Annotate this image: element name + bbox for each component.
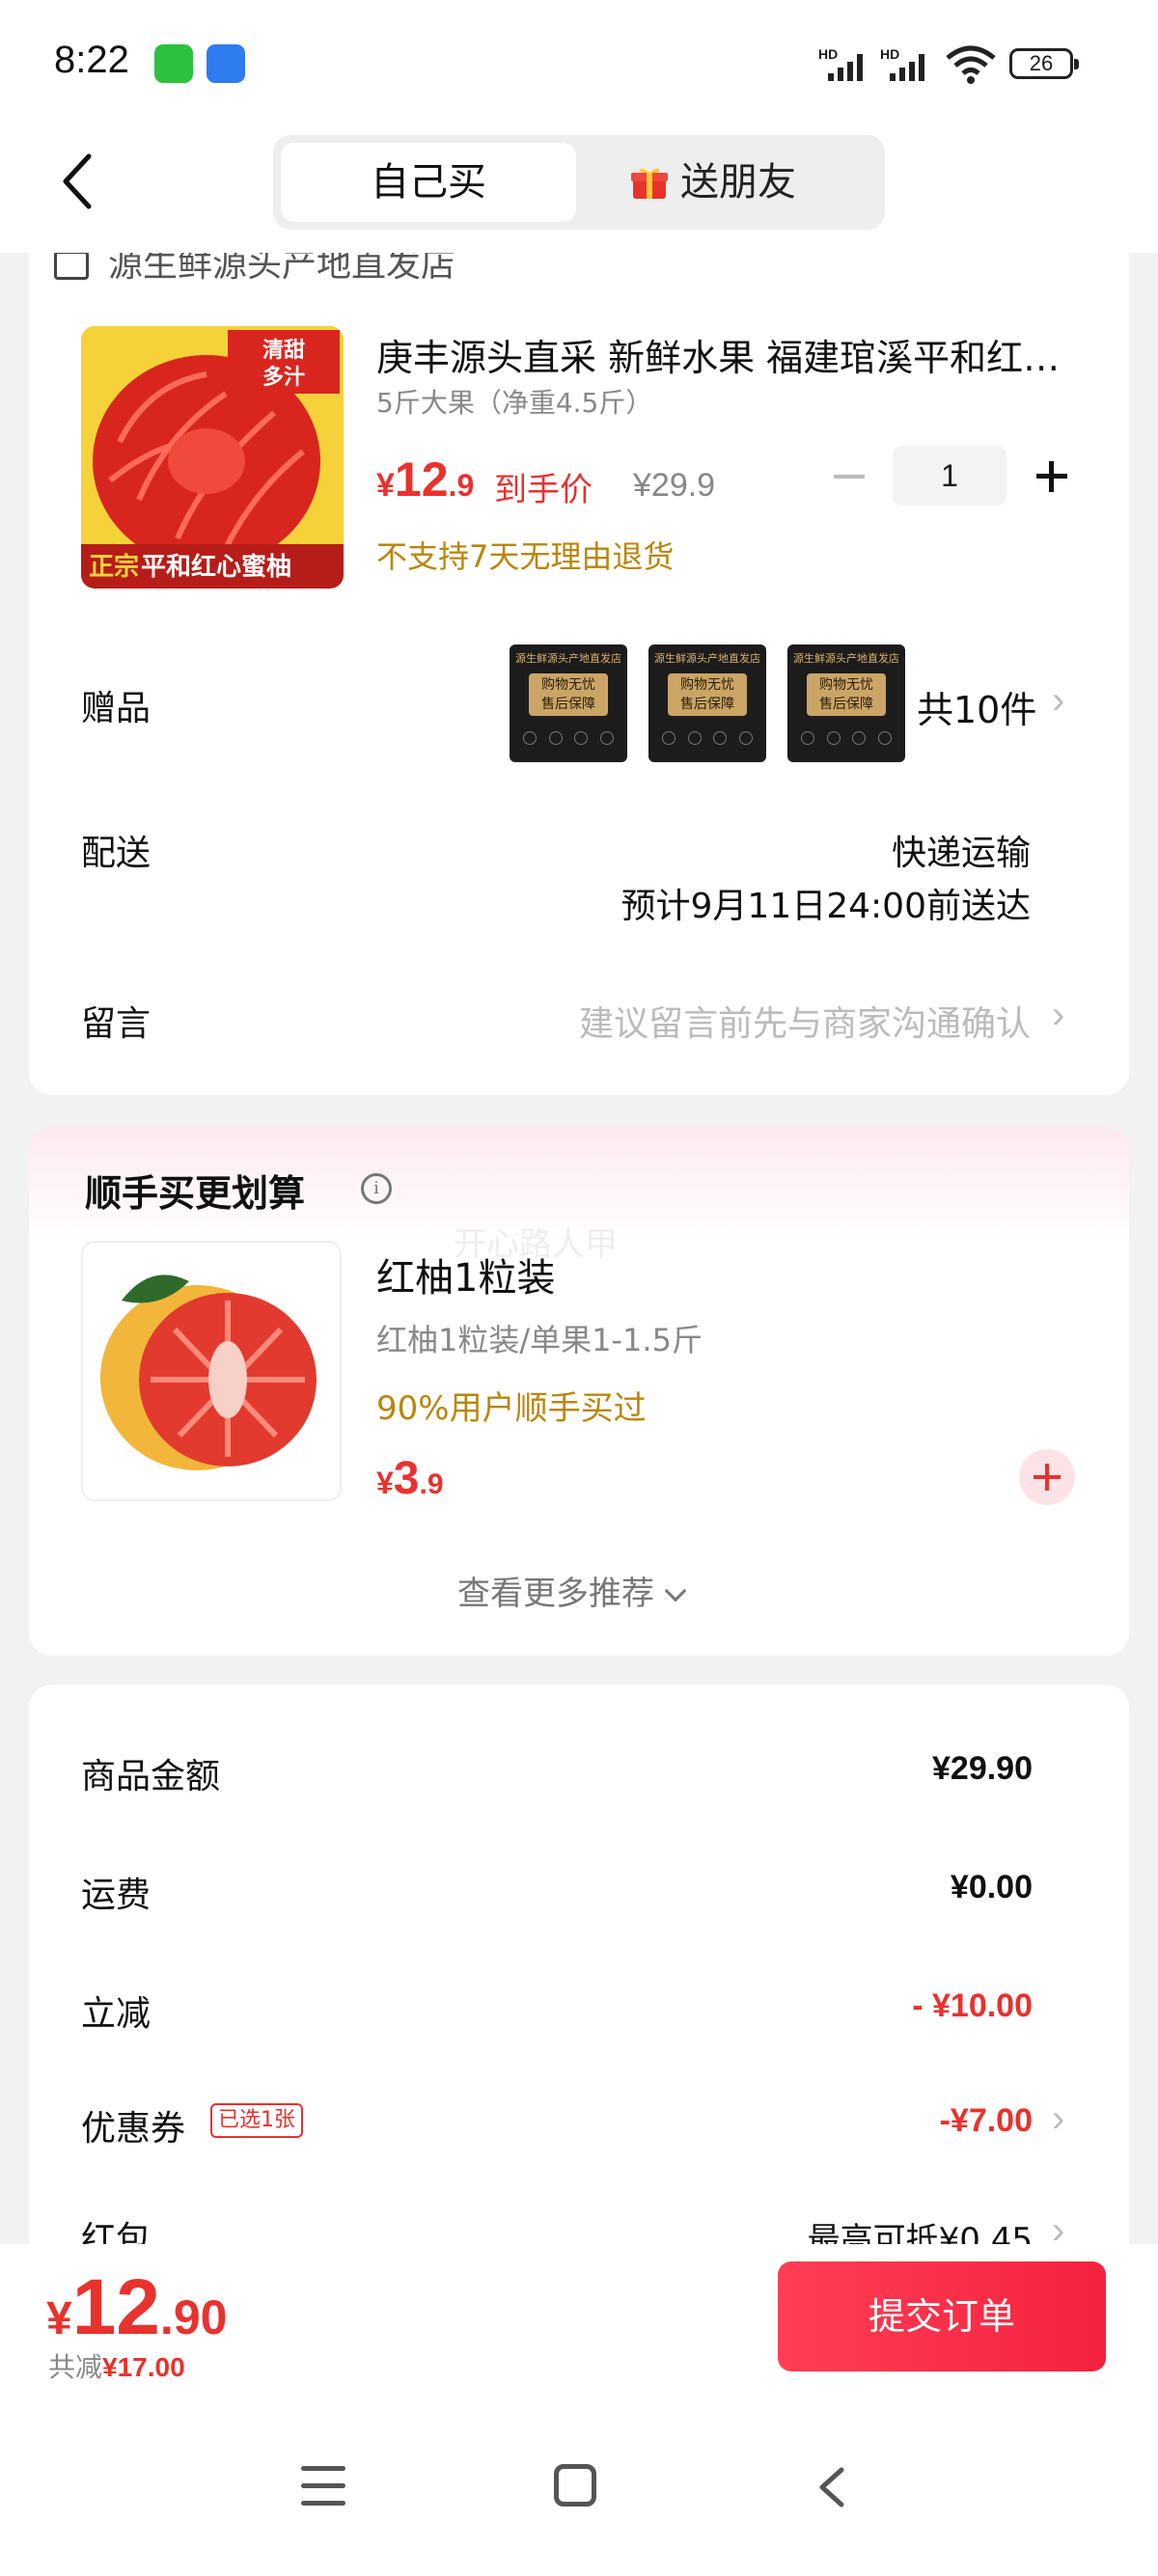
recommend-item-spec: 红柚1粒装/单果1-1.5斤 [376, 1322, 703, 1358]
gift-thumbnail[interactable]: 源生鲜源头产地直发店 购物无忧 售后保障 [648, 644, 766, 762]
chevron-down-icon [664, 1579, 687, 1603]
goods-amount-label: 商品金额 [81, 1757, 221, 1796]
battery-icon: 26 [1009, 48, 1079, 79]
image-tag-bottom-2: 平和红心蜜柚 [141, 552, 291, 582]
shipping-label: 运费 [81, 1876, 152, 1915]
coupon-badge: 已选1张 [210, 2103, 303, 2138]
gift-thumbnail[interactable]: 源生鲜源头产地直发店 购物无忧 售后保障 [787, 644, 905, 762]
discount-label: 立减 [81, 1994, 152, 2034]
chevron-right-icon[interactable]: › [1052, 679, 1064, 723]
shop-icon [54, 251, 89, 280]
image-tag-bottom-1: 正宗 [89, 552, 139, 582]
delivery-method: 快递运输 [891, 834, 1031, 873]
gifts-label: 赠品 [81, 689, 152, 728]
final-price-label: 到手价 [494, 471, 593, 509]
cell-signal-icon: HD [818, 46, 872, 81]
product-spec: 5斤大果（净重4.5斤） [376, 387, 653, 419]
svg-text:多汁: 多汁 [262, 365, 305, 390]
product-title[interactable]: 庚丰源头直采 新鲜水果 福建琯溪平和红心蜜柚 [376, 328, 1081, 381]
recommend-item-image[interactable] [81, 1241, 342, 1501]
shipping-value: ¥0.00 [950, 1869, 1033, 1905]
image-tag-top: 清甜 [262, 338, 305, 363]
final-price: ¥12.9 [376, 452, 475, 507]
info-icon[interactable]: i [361, 1173, 392, 1204]
wifi-icon [946, 45, 996, 84]
chevron-right-icon[interactable]: › [1052, 2097, 1064, 2141]
quantity-input[interactable]: 1 [893, 446, 1006, 506]
gift-icon [631, 168, 668, 199]
pomelo-image: 清甜 多汁 正宗 平和红心蜜柚 [81, 326, 344, 589]
total-saved: 共减¥17.00 [48, 2351, 185, 2383]
coupon-label: 优惠券 [81, 2109, 186, 2149]
coupon-value[interactable]: -¥7.00 [940, 2102, 1033, 2140]
recommend-title: 顺手买更划算 [85, 1172, 306, 1215]
nav-menu-icon[interactable] [301, 2466, 345, 2507]
gift-thumbnail[interactable]: 源生鲜源头产地直发店 购物无忧 售后保障 [510, 644, 627, 762]
wechat-icon [154, 44, 193, 83]
quantity-decrease-button[interactable] [830, 457, 868, 496]
status-bar: 8:22 HD HD 26 [0, 0, 1158, 130]
gift-count[interactable]: 共10件 [917, 680, 1036, 733]
chevron-right-icon[interactable]: › [1052, 994, 1064, 1037]
app-notification-icon [207, 44, 245, 83]
tab-gift-to-friend[interactable]: 送朋友 [630, 135, 871, 230]
message-label: 留言 [81, 1004, 152, 1044]
message-input[interactable]: 建议留言前先与商家沟通确认 [579, 996, 1031, 1046]
recommend-item-stat: 90%用户顺手买过 [376, 1389, 647, 1428]
original-price: ¥29.9 [633, 467, 716, 504]
nav-home-icon[interactable] [554, 2464, 596, 2507]
delivery-eta: 预计9月11日24:00前送达 [620, 887, 1031, 926]
more-recommend-link[interactable]: 查看更多推荐 [457, 1567, 687, 1614]
purchase-mode-switch: 自己买 送朋友 [273, 135, 885, 230]
delivery-label: 配送 [81, 834, 152, 873]
status-time: 8:22 [54, 39, 129, 81]
add-recommend-button[interactable] [1019, 1449, 1075, 1505]
back-arrow-icon[interactable] [58, 151, 96, 212]
recommend-item-name[interactable]: 红柚1粒装 [376, 1247, 555, 1302]
goods-amount-value: ¥29.90 [932, 1750, 1033, 1787]
discount-value: - ¥10.00 [912, 1987, 1033, 2024]
recommend-item-price: ¥3.9 [376, 1453, 444, 1504]
top-header: 8:22 HD HD 26 自己买 送朋友 [0, 0, 1158, 253]
quantity-increase-button[interactable] [1033, 457, 1071, 496]
tab-gift-label: 送朋友 [680, 160, 796, 205]
submit-order-button[interactable]: 提交订单 [778, 2261, 1106, 2371]
return-policy-note: 不支持7天无理由退货 [376, 538, 675, 575]
product-image[interactable]: 清甜 多汁 正宗 平和红心蜜柚 [81, 326, 344, 589]
red-pomelo-image [83, 1243, 340, 1499]
cell-signal-icon-2: HD [880, 46, 934, 81]
nav-back-icon[interactable] [813, 2466, 851, 2508]
total-price: ¥12.90 [46, 2263, 228, 2351]
tab-buy-for-self[interactable]: 自己买 [281, 143, 576, 222]
